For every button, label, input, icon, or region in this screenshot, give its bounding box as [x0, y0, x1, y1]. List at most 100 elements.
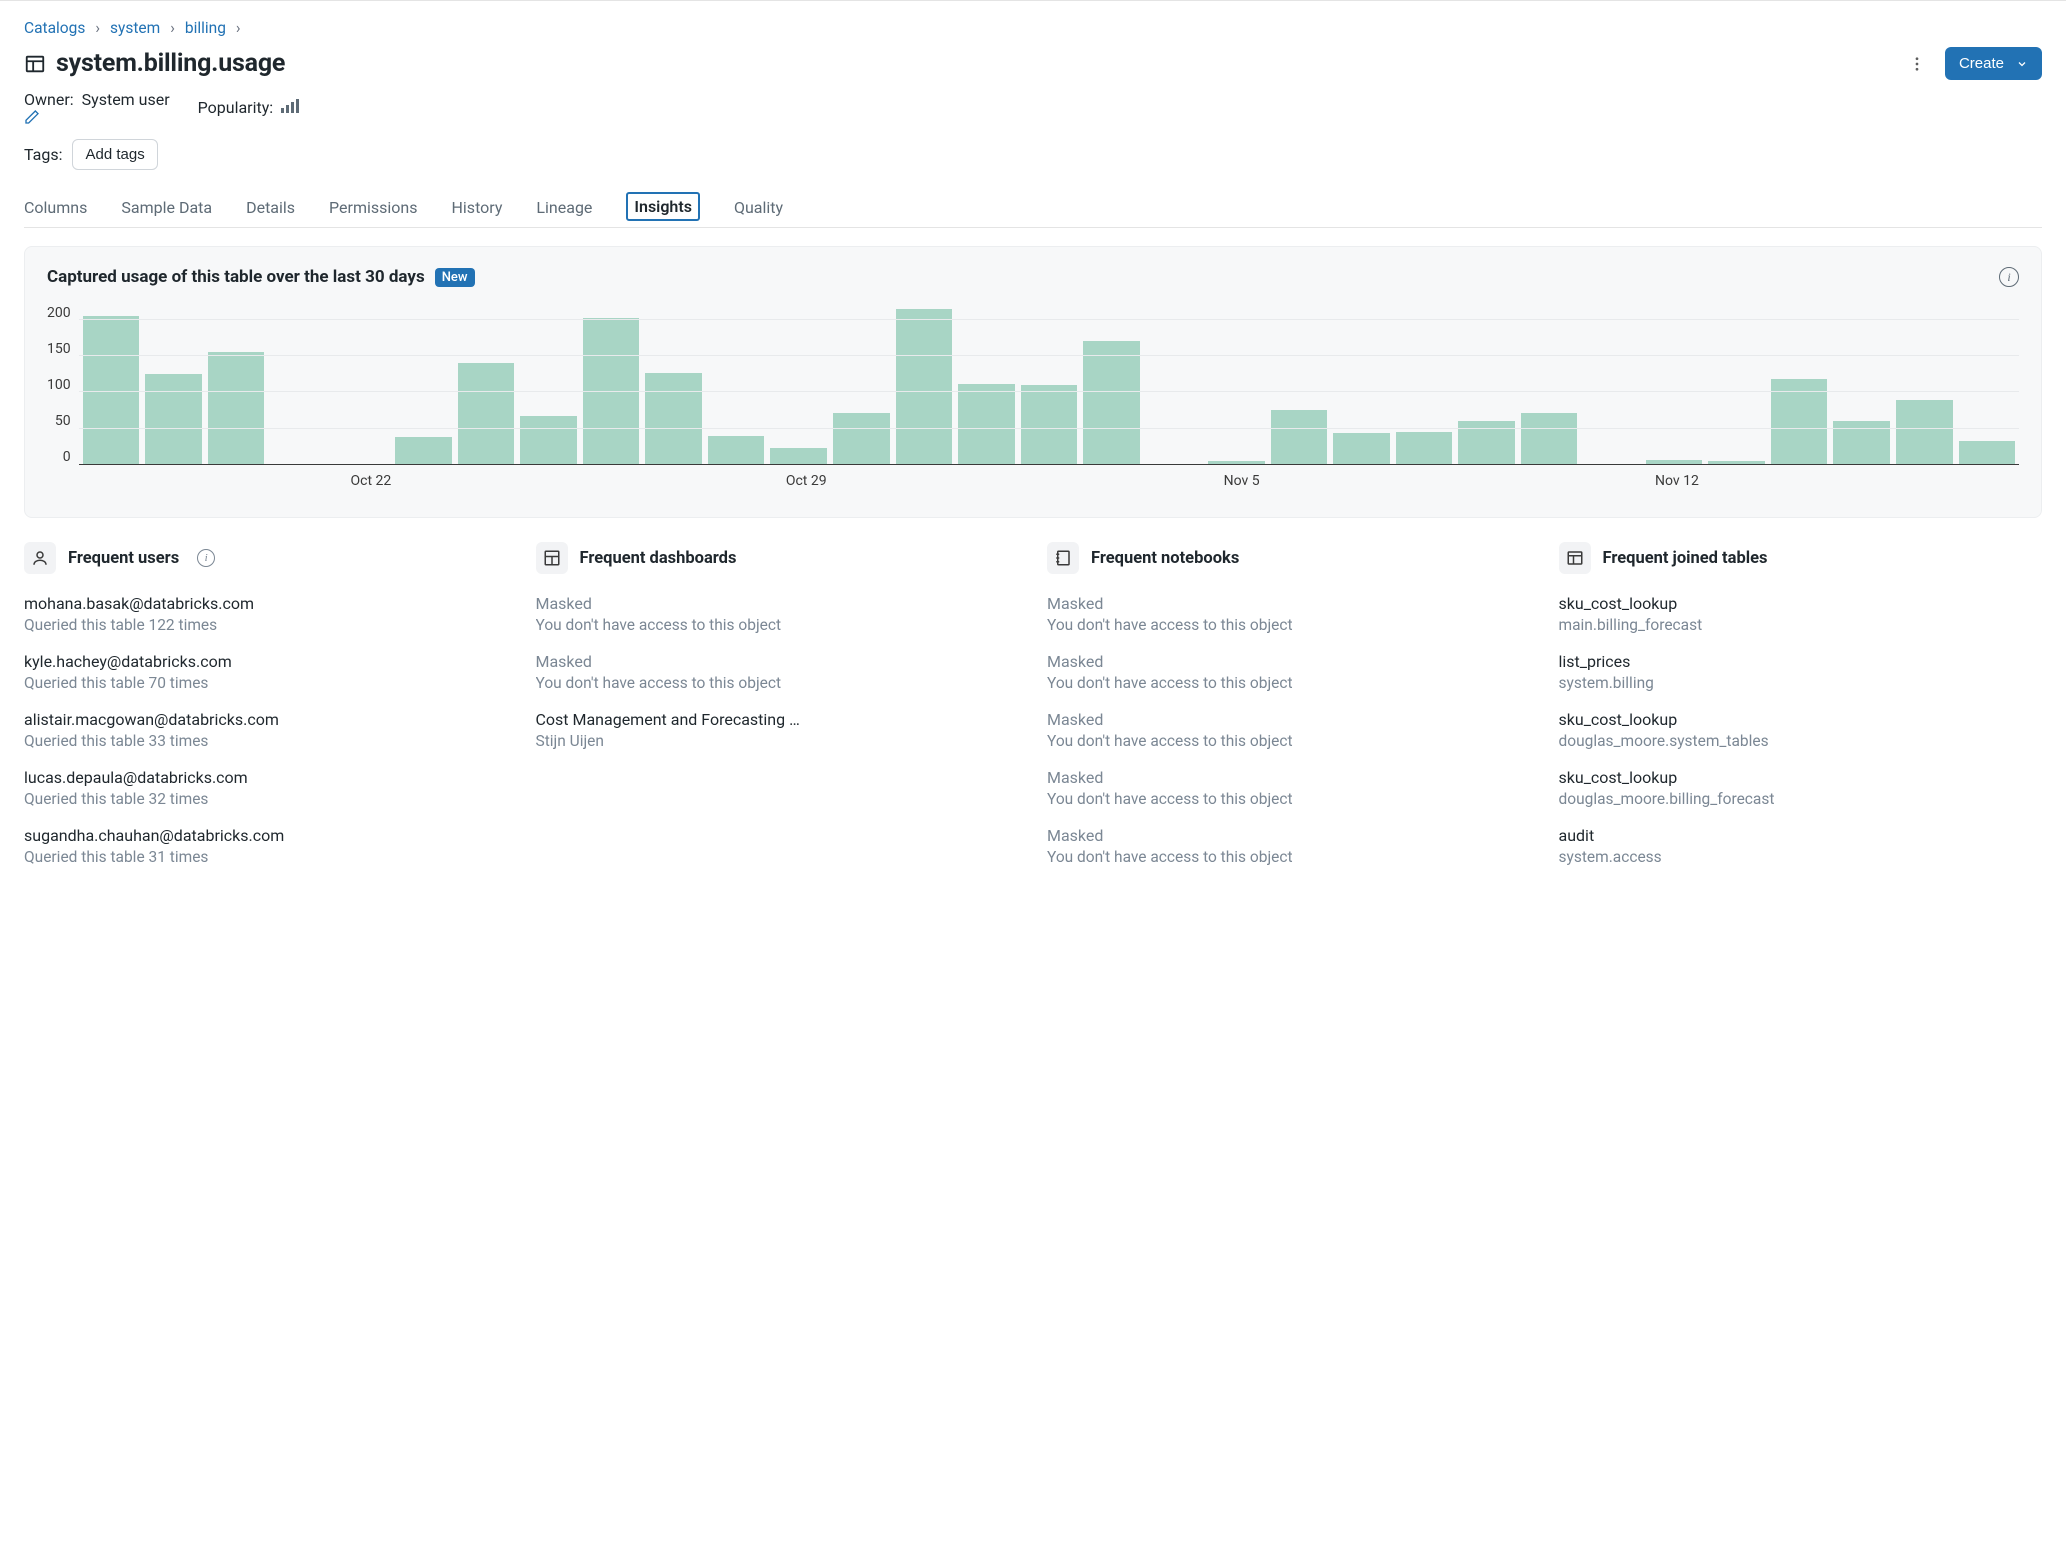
- list-item-secondary: douglas_moore.billing_forecast: [1559, 790, 2043, 808]
- tab-columns[interactable]: Columns: [24, 192, 87, 227]
- list-item[interactable]: audit system.access: [1559, 826, 2043, 866]
- chart-bar[interactable]: [1333, 433, 1390, 465]
- tab-history[interactable]: History: [452, 192, 503, 227]
- tab-sample-data[interactable]: Sample Data: [121, 192, 212, 227]
- tab-insights[interactable]: Insights: [626, 192, 700, 221]
- breadcrumb-link-billing[interactable]: billing: [185, 19, 226, 37]
- chart-bar[interactable]: [1959, 441, 2016, 465]
- chart-plot-area: [79, 305, 2019, 465]
- tab-lineage[interactable]: Lineage: [536, 192, 592, 227]
- user-icon: [24, 542, 56, 574]
- list-item-primary: Cost Management and Forecasting …: [536, 710, 1020, 729]
- table-icon: [24, 53, 46, 75]
- list-item[interactable]: MaskedYou don't have access to this obje…: [1047, 710, 1531, 750]
- popularity-bars-icon: [281, 99, 299, 113]
- list-item[interactable]: sku_cost_lookup douglas_moore.billing_for…: [1559, 768, 2043, 808]
- list-item[interactable]: Cost Management and Forecasting …Stijn U…: [536, 710, 1020, 750]
- breadcrumb-link-catalogs[interactable]: Catalogs: [24, 19, 85, 37]
- list-item-primary: Masked: [536, 652, 1020, 671]
- tab-quality[interactable]: Quality: [734, 192, 783, 227]
- chart-bar[interactable]: [1396, 432, 1453, 465]
- list-item[interactable]: MaskedYou don't have access to this obje…: [1047, 768, 1531, 808]
- list-item-secondary: You don't have access to this object: [536, 616, 1020, 634]
- list-item-secondary: douglas_moore.system_tables: [1559, 732, 2043, 750]
- chart-bar[interactable]: [645, 373, 702, 465]
- card-title: Frequent joined tables: [1603, 549, 1768, 568]
- chart-bar[interactable]: [395, 437, 452, 465]
- chart-bar[interactable]: [1521, 413, 1578, 465]
- card-frequent-dashboards: Frequent dashboards MaskedYou don't have…: [536, 542, 1020, 884]
- chart-bar[interactable]: [1021, 385, 1078, 465]
- list-item[interactable]: sku_cost_lookup main.billing_forecast: [1559, 594, 2043, 634]
- chart-bar[interactable]: [833, 413, 890, 465]
- x-tick: Oct 29: [786, 473, 827, 489]
- list-item[interactable]: sku_cost_lookupdouglas_moore.system_tabl…: [1559, 710, 2043, 750]
- tags-row: Tags: Add tags: [24, 139, 2042, 170]
- list-item[interactable]: lucas.depaula@databricks.comQueried this…: [24, 768, 508, 808]
- list-item[interactable]: sugandha.chauhan@databricks.comQueried t…: [24, 826, 508, 866]
- create-button-label: Create: [1959, 55, 2004, 72]
- breadcrumb: Catalogs › system › billing ›: [24, 19, 2042, 37]
- chevron-right-icon: ›: [236, 19, 241, 37]
- list-item-secondary: You don't have access to this object: [1047, 732, 1531, 750]
- breadcrumb-link-system[interactable]: system: [110, 19, 160, 37]
- list-item-primary: audit: [1559, 826, 2043, 845]
- edit-owner-button[interactable]: [24, 109, 178, 125]
- list-item-primary: sku_cost_lookup: [1559, 768, 2043, 787]
- chevron-right-icon: ›: [95, 19, 100, 37]
- list-item[interactable]: MaskedYou don't have access to this obje…: [536, 594, 1020, 634]
- chart-bar[interactable]: [770, 448, 827, 465]
- usage-chart: 200150100500: [47, 305, 2019, 465]
- add-tags-button[interactable]: Add tags: [72, 139, 157, 170]
- list-item[interactable]: list_prices system.billing: [1559, 652, 2043, 692]
- chart-bar[interactable]: [208, 352, 265, 465]
- list-item-primary: mohana.basak@databricks.com: [24, 594, 508, 613]
- list-item-primary: sugandha.chauhan@databricks.com: [24, 826, 508, 845]
- chart-bar[interactable]: [958, 384, 1015, 465]
- list-item-secondary: system.billing: [1559, 674, 2043, 692]
- list-item-primary: sku_cost_lookup: [1559, 594, 2043, 613]
- list-item[interactable]: alistair.macgowan@databricks.comQueried …: [24, 710, 508, 750]
- owner-value: System user: [82, 90, 170, 109]
- chart-bar[interactable]: [520, 416, 577, 465]
- list-item-primary: list_prices: [1559, 652, 2043, 671]
- list-item-secondary: main.billing_forecast: [1559, 616, 2043, 634]
- card-frequent-users: Frequent users i mohana.basak@databricks…: [24, 542, 508, 884]
- y-tick: 50: [55, 413, 71, 429]
- popularity-label: Popularity:: [198, 98, 274, 117]
- insights-panel: Captured usage of this table over the la…: [24, 246, 2042, 518]
- info-icon[interactable]: i: [1999, 267, 2019, 287]
- list-item-secondary: system.access: [1559, 848, 2043, 866]
- table-icon: [1559, 542, 1591, 574]
- list-item-secondary: Queried this table 32 times: [24, 790, 508, 808]
- list-item[interactable]: MaskedYou don't have access to this obje…: [1047, 652, 1531, 692]
- list-item[interactable]: MaskedYou don't have access to this obje…: [1047, 826, 1531, 866]
- tags-label: Tags:: [24, 145, 62, 164]
- create-button[interactable]: Create: [1945, 47, 2042, 80]
- chart-bar[interactable]: [145, 374, 202, 465]
- list-item-secondary: You don't have access to this object: [1047, 616, 1531, 634]
- y-tick: 100: [47, 377, 71, 393]
- chart-bar[interactable]: [708, 436, 765, 465]
- list-item[interactable]: Masked You don't have access to this obje…: [536, 652, 1020, 692]
- dashboard-icon: [536, 542, 568, 574]
- list-item-secondary: You don't have access to this object: [536, 674, 1020, 692]
- list-item[interactable]: kyle.hachey@databricks.comQueried this t…: [24, 652, 508, 692]
- x-tick: Oct 22: [350, 473, 391, 489]
- list-item-secondary: You don't have access to this object: [1047, 790, 1531, 808]
- chart-bar[interactable]: [896, 309, 953, 465]
- tabs: Columns Sample Data Details Permissions Hist…: [24, 192, 2042, 228]
- info-icon[interactable]: i: [197, 549, 215, 567]
- x-tick: Nov 12: [1655, 473, 1699, 489]
- chart-bar[interactable]: [1083, 341, 1140, 465]
- list-item[interactable]: mohana.basak@databricks.comQueried this …: [24, 594, 508, 634]
- list-item[interactable]: MaskedYou don't have access to this obje…: [1047, 594, 1531, 634]
- chevron-down-icon: [2016, 58, 2028, 70]
- more-actions-button[interactable]: [1903, 50, 1931, 78]
- chart-bar[interactable]: [1896, 400, 1953, 465]
- tab-details[interactable]: Details: [246, 192, 295, 227]
- chart-bar[interactable]: [1271, 410, 1328, 465]
- card-frequent-notebooks: Frequent notebooks MaskedYou don't have …: [1047, 542, 1531, 884]
- chart-bar[interactable]: [458, 363, 515, 465]
- tab-permissions[interactable]: Permissions: [329, 192, 417, 227]
